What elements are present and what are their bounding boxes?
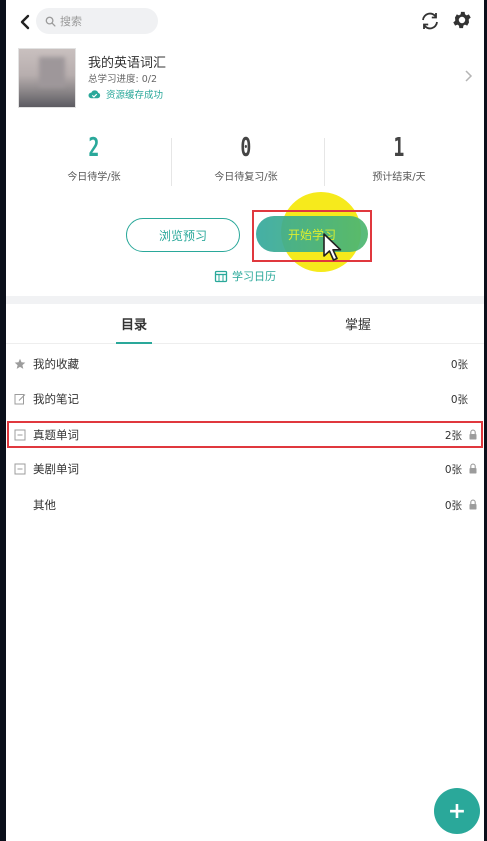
calendar-icon (214, 270, 228, 283)
list-item-favorites[interactable]: 我的收藏 0张 (6, 347, 484, 381)
gear-icon[interactable] (451, 9, 473, 31)
cloud-check-icon (88, 89, 101, 98)
stat-value: 1 (393, 133, 405, 163)
study-calendar-link[interactable]: 学习日历 (6, 268, 484, 284)
list-item-count: 0张 (444, 464, 462, 476)
list-item-count: 0张 (450, 394, 468, 406)
back-button[interactable] (14, 10, 36, 34)
stat-label: 预计结束/天 (372, 172, 426, 183)
preview-button[interactable]: 浏览预习 (126, 218, 240, 252)
app-screen: 搜索 我的英语词汇 总学习进度: 0/2 资源缓存成功 2 今日待学/张 0 今… (6, 0, 484, 841)
search-input[interactable]: 搜索 (36, 8, 158, 34)
stat-label: 今日待学/张 (67, 172, 121, 183)
annotation-box-start (252, 210, 372, 262)
lock-icon (469, 463, 477, 474)
tab-catalog[interactable]: 目录 (74, 314, 194, 333)
sync-icon[interactable] (419, 10, 441, 32)
list-item-other[interactable]: 其他 0张 (6, 488, 484, 522)
add-button[interactable]: + (434, 788, 480, 834)
list-item-notes[interactable]: 我的笔记 0张 (6, 382, 484, 416)
stat-value: 0 (240, 133, 252, 163)
list-item-tv-words[interactable]: 美剧单词 0张 (6, 452, 484, 486)
list-item-count: 0张 (444, 500, 462, 512)
chevron-left-icon (20, 14, 30, 30)
section-divider (6, 296, 484, 304)
list-item-count: 0张 (450, 359, 468, 371)
active-tab-indicator (116, 342, 152, 344)
study-calendar-label: 学习日历 (232, 270, 276, 283)
stat-value: 2 (88, 133, 100, 163)
search-icon (45, 16, 56, 27)
collapse-icon[interactable] (14, 463, 26, 475)
chevron-right-icon (465, 70, 473, 82)
mouse-cursor-icon (323, 233, 342, 261)
list-item-label: 我的收藏 (33, 357, 79, 371)
stat-today-review: 0 今日待复习/张 (171, 130, 321, 183)
app-frame: 搜索 我的英语词汇 总学习进度: 0/2 资源缓存成功 2 今日待学/张 0 今… (0, 0, 487, 841)
list-item-label: 其他 (33, 498, 56, 512)
list-item-label: 我的笔记 (33, 392, 79, 406)
tab-mastered[interactable]: 掌握 (298, 314, 418, 333)
annotation-box-exam-words (7, 421, 483, 448)
lock-icon (469, 499, 477, 510)
note-icon (14, 394, 26, 405)
study-stats: 2 今日待学/张 0 今日待复习/张 1 预计结束/天 (6, 130, 484, 192)
list-item-label: 美剧单词 (33, 462, 79, 476)
stat-est-finish: 1 预计结束/天 (324, 130, 474, 183)
star-icon (14, 358, 26, 369)
book-cover-image (18, 48, 76, 108)
stat-label: 今日待复习/张 (214, 172, 278, 183)
stat-today-new: 2 今日待学/张 (19, 130, 169, 183)
book-card[interactable]: 我的英语词汇 总学习进度: 0/2 资源缓存成功 (6, 44, 484, 114)
cache-status: 资源缓存成功 (88, 87, 163, 101)
book-title: 我的英语词汇 (88, 56, 167, 71)
tab-bar: 目录 掌握 (6, 304, 484, 344)
top-bar: 搜索 (6, 0, 484, 44)
cache-status-text: 资源缓存成功 (106, 90, 164, 101)
book-progress: 总学习进度: 0/2 (88, 74, 158, 85)
search-placeholder: 搜索 (60, 15, 82, 28)
